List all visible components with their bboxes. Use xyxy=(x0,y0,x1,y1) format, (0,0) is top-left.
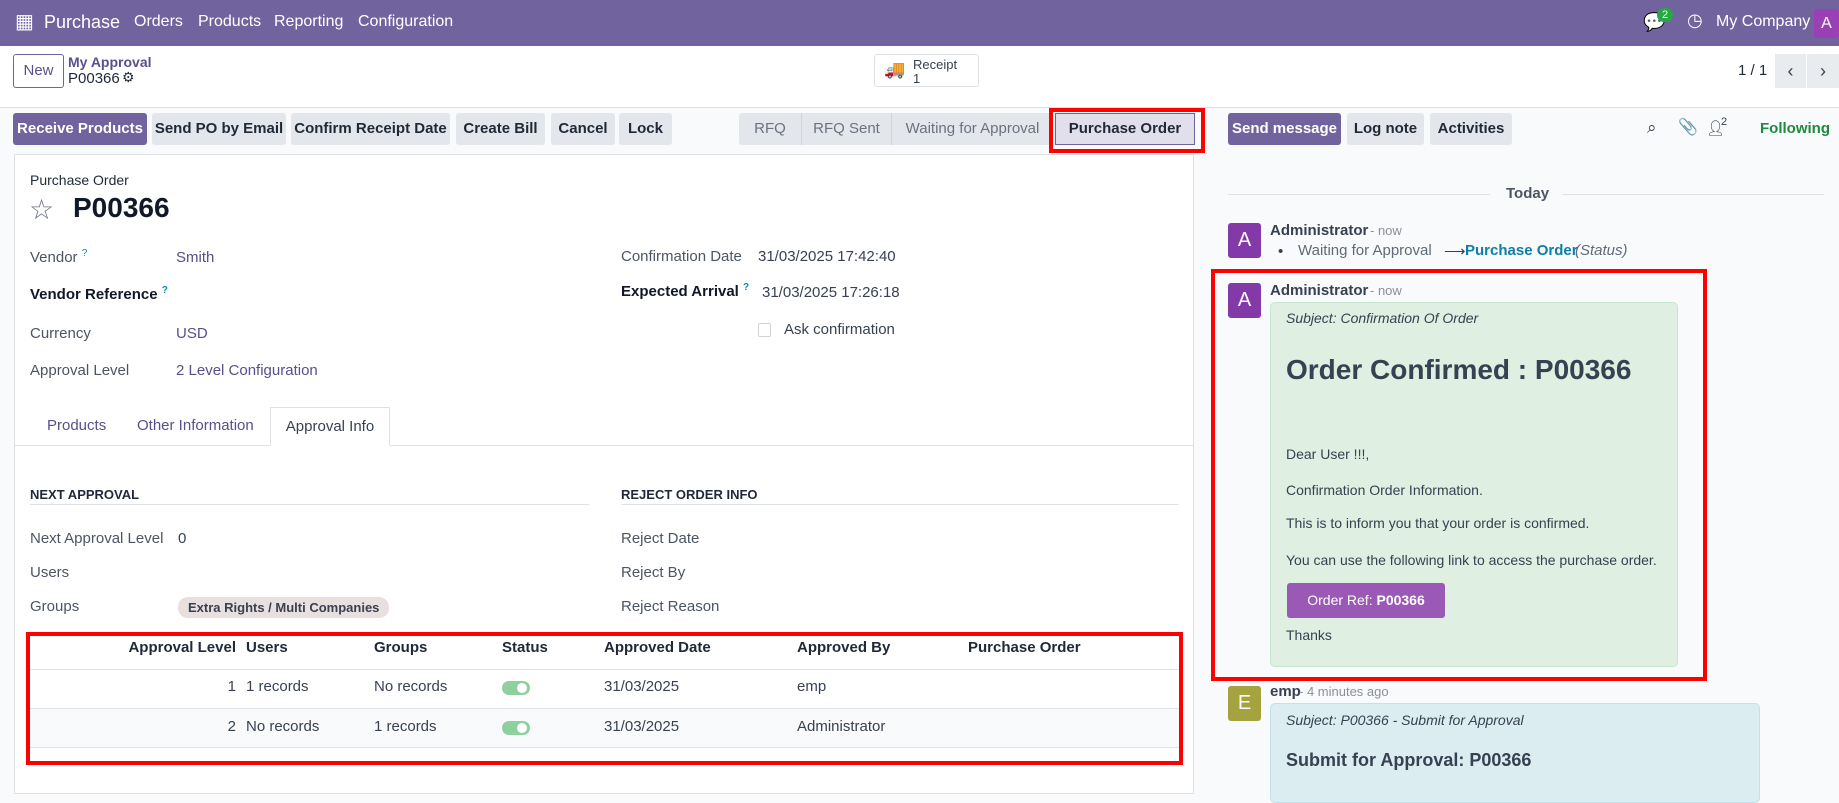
breadcrumb-current: P00366 xyxy=(68,70,120,87)
user-avatar[interactable]: A xyxy=(1814,9,1839,38)
expected-arrival-label: Expected Arrival ? xyxy=(621,282,749,300)
followers-count: 2 xyxy=(1721,116,1728,128)
avatar[interactable]: A xyxy=(1228,223,1261,258)
currency-field[interactable]: USD xyxy=(176,325,208,342)
highlight-box-stage xyxy=(1049,108,1205,153)
reject-by-label: Reject By xyxy=(621,564,686,581)
activities-button[interactable]: Activities xyxy=(1430,113,1512,145)
create-bill-button[interactable]: Create Bill xyxy=(456,113,545,145)
new-button[interactable]: New xyxy=(13,54,64,88)
vendor-label-text: Vendor xyxy=(30,249,78,266)
help-icon[interactable]: ? xyxy=(743,282,749,293)
send-po-email-button[interactable]: Send PO by Email xyxy=(152,113,286,145)
reject-date-label: Reject Date xyxy=(621,530,700,547)
vendor-field[interactable]: Smith xyxy=(176,249,214,266)
record-type-label: Purchase Order xyxy=(30,172,129,188)
message-subject: Subject: P00366 - Submit for Approval xyxy=(1286,712,1524,728)
date-separator: Today xyxy=(1506,185,1550,202)
message-time: - 4 minutes ago xyxy=(1299,684,1389,699)
stage-waiting-approval[interactable]: Waiting for Approval xyxy=(891,113,1053,145)
vendor-reference-label-text: Vendor Reference xyxy=(30,286,158,303)
bullet: • xyxy=(1278,243,1284,260)
cancel-button[interactable]: Cancel xyxy=(551,113,615,145)
confirmation-date-field[interactable]: 31/03/2025 17:42:40 xyxy=(758,248,896,265)
currency-label: Currency xyxy=(30,325,91,342)
ask-confirmation-checkbox[interactable] xyxy=(758,323,771,337)
menu-configuration[interactable]: Configuration xyxy=(358,13,453,31)
message-time: - now xyxy=(1370,223,1402,238)
status-from: Waiting for Approval xyxy=(1298,242,1432,259)
tab-approval-info[interactable]: Approval Info xyxy=(270,407,390,446)
next-approval-heading: NEXT APPROVAL xyxy=(30,487,140,502)
tabs-underline xyxy=(14,445,1194,446)
star-icon[interactable]: ☆ xyxy=(29,193,54,226)
ask-confirmation-label[interactable]: Ask confirmation xyxy=(784,321,895,338)
divider xyxy=(621,504,1179,505)
receipt-label: Receipt xyxy=(913,57,958,72)
apps-menu-icon[interactable]: ▦ xyxy=(15,12,34,32)
gear-icon[interactable]: ⚙ xyxy=(122,69,135,86)
control-panel: New My Approval P00366 ⚙ 🚚 Receipt 1 1 /… xyxy=(0,46,1839,108)
receive-products-button[interactable]: Receive Products xyxy=(13,113,147,145)
message-author[interactable]: Administrator xyxy=(1270,222,1368,239)
confirm-receipt-date-button[interactable]: Confirm Receipt Date xyxy=(291,113,450,145)
reject-reason-label: Reject Reason xyxy=(621,598,720,615)
divider xyxy=(1562,194,1824,195)
users-label: Users xyxy=(30,564,70,581)
status-field: (Status) xyxy=(1575,242,1628,259)
paperclip-icon[interactable]: 📎 xyxy=(1678,117,1698,137)
highlight-box-table xyxy=(26,632,1183,765)
app-name[interactable]: Purchase xyxy=(44,12,120,33)
log-note-button[interactable]: Log note xyxy=(1347,113,1424,145)
expected-arrival-label-text: Expected Arrival xyxy=(621,283,739,300)
message-author[interactable]: emp xyxy=(1270,683,1301,700)
divider xyxy=(30,504,589,505)
menu-reporting[interactable]: Reporting xyxy=(274,13,343,31)
record-title: P00366 xyxy=(73,192,170,223)
receipt-smart-button[interactable]: 🚚 Receipt 1 xyxy=(874,54,979,87)
vendor-label: Vendor ? xyxy=(30,248,87,266)
following-button[interactable]: Following xyxy=(1760,120,1830,137)
pager-next-button[interactable]: › xyxy=(1807,54,1839,88)
pager-value[interactable]: 1 / 1 xyxy=(1738,62,1767,79)
tab-other-information[interactable]: Other Information xyxy=(137,417,254,434)
arrow-icon: ⟶ xyxy=(1444,243,1466,260)
activity-clock-icon[interactable]: ◷ xyxy=(1687,10,1703,31)
approval-level-field[interactable]: 2 Level Configuration xyxy=(176,362,318,379)
next-approval-level-value: 0 xyxy=(178,530,187,547)
reject-order-heading: REJECT ORDER INFO xyxy=(621,487,758,502)
status-to: Purchase Order xyxy=(1465,242,1578,259)
approval-level-label: Approval Level xyxy=(30,362,130,379)
help-icon[interactable]: ? xyxy=(162,285,168,296)
search-icon[interactable]: ⌕ xyxy=(1647,118,1657,138)
breadcrumb-my-approval[interactable]: My Approval xyxy=(68,54,152,70)
stage-rfq-sent[interactable]: RFQ Sent xyxy=(801,113,891,145)
expected-arrival-field[interactable]: 31/03/2025 17:26:18 xyxy=(762,284,900,301)
lock-button[interactable]: Lock xyxy=(619,113,672,145)
truck-icon: 🚚 xyxy=(884,60,906,79)
tab-products[interactable]: Products xyxy=(47,417,106,434)
menu-orders[interactable]: Orders xyxy=(134,13,183,31)
company-switcher[interactable]: My Company xyxy=(1716,13,1810,31)
vendor-reference-label: Vendor Reference ? xyxy=(30,285,168,303)
avatar[interactable]: E xyxy=(1228,686,1261,721)
next-approval-level-label: Next Approval Level xyxy=(30,530,164,547)
confirmation-date-label: Confirmation Date xyxy=(621,248,742,265)
highlight-box-message xyxy=(1211,269,1707,681)
divider xyxy=(1228,194,1490,195)
top-navbar: ▦ Purchase Orders Products Reporting Con… xyxy=(0,0,1839,46)
groups-label: Groups xyxy=(30,598,80,615)
group-badge[interactable]: Extra Rights / Multi Companies xyxy=(178,597,390,618)
stage-rfq[interactable]: RFQ xyxy=(739,113,801,145)
receipt-count: 1 xyxy=(913,71,921,86)
chat-count-badge: 2 xyxy=(1657,8,1674,22)
message-heading: Submit for Approval: P00366 xyxy=(1286,750,1532,770)
pager-previous-button[interactable]: ‹ xyxy=(1775,54,1806,88)
menu-products[interactable]: Products xyxy=(198,13,261,31)
send-message-button[interactable]: Send message xyxy=(1228,113,1341,145)
help-icon[interactable]: ? xyxy=(82,248,88,259)
